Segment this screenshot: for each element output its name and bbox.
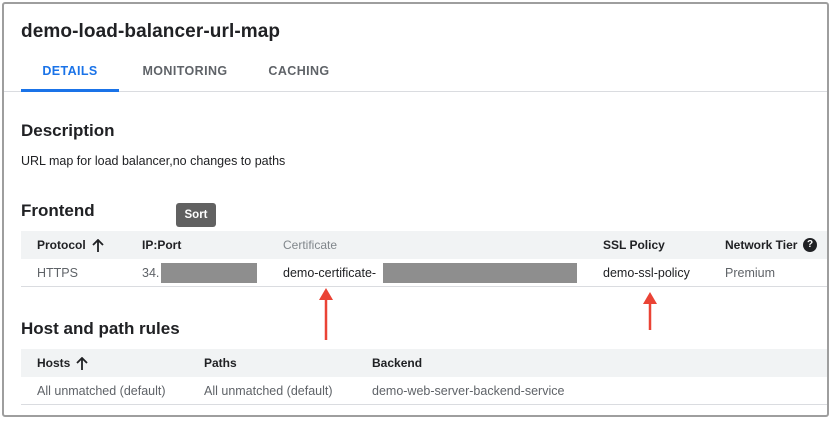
tab-monitoring[interactable]: MONITORING: [130, 54, 240, 92]
table-row: All unmatched (default) All unmatched (d…: [21, 377, 827, 405]
page-title: demo-load-balancer-url-map: [21, 21, 281, 42]
network-tier-cell: Premium: [725, 266, 776, 280]
protocol-column-header[interactable]: Protocol: [37, 231, 104, 259]
arrow-upward-icon[interactable]: [76, 356, 88, 371]
tab-details[interactable]: DETAILS: [21, 54, 119, 92]
hosts-column-label: Hosts: [37, 356, 71, 370]
ssl-policy-cell: demo-ssl-policy: [603, 266, 690, 280]
ip-port-column-header[interactable]: IP:Port: [142, 231, 181, 259]
protocol-cell: HTTPS: [37, 266, 78, 280]
redacted-certificate: [383, 263, 577, 283]
table-row: HTTPS 34. demo-certificate- demo-ssl-pol…: [21, 259, 827, 287]
frontend-table-header: Protocol IP:Port Certificate SSL Policy …: [21, 231, 827, 259]
frontend-heading: Frontend: [21, 201, 95, 220]
host-path-rules-heading: Host and path rules: [21, 319, 180, 338]
ip-port-cell: 34.: [142, 266, 160, 280]
network-tier-column-header[interactable]: Network Tier: [725, 231, 797, 259]
redacted-ip: [161, 263, 257, 283]
certificate-column-header[interactable]: Certificate: [283, 231, 337, 259]
red-arrow-annotation: [643, 292, 657, 330]
tab-bar: DETAILS MONITORING CACHING: [4, 54, 827, 92]
ssl-policy-column-header[interactable]: SSL Policy: [603, 231, 665, 259]
description-heading: Description: [21, 121, 115, 140]
paths-cell: All unmatched (default): [204, 384, 333, 398]
backend-column-header[interactable]: Backend: [372, 349, 422, 377]
hosts-cell: All unmatched (default): [37, 384, 166, 398]
hosts-column-header[interactable]: Hosts: [37, 349, 88, 377]
tab-caching[interactable]: CACHING: [254, 54, 344, 92]
window-frame: demo-load-balancer-url-map DETAILS MONIT…: [2, 2, 829, 417]
help-circle-icon[interactable]: ?: [803, 238, 817, 252]
arrow-upward-icon[interactable]: [92, 238, 104, 253]
paths-column-header[interactable]: Paths: [204, 349, 237, 377]
protocol-column-label: Protocol: [37, 238, 86, 252]
description-text: URL map for load balancer,no changes to …: [21, 154, 286, 168]
red-arrow-annotation: [319, 288, 333, 340]
certificate-cell: demo-certificate-: [283, 266, 377, 280]
sort-tooltip: Sort: [176, 203, 216, 227]
backend-cell: demo-web-server-backend-service: [372, 384, 565, 398]
rules-table-header: Hosts Paths Backend: [21, 349, 827, 377]
